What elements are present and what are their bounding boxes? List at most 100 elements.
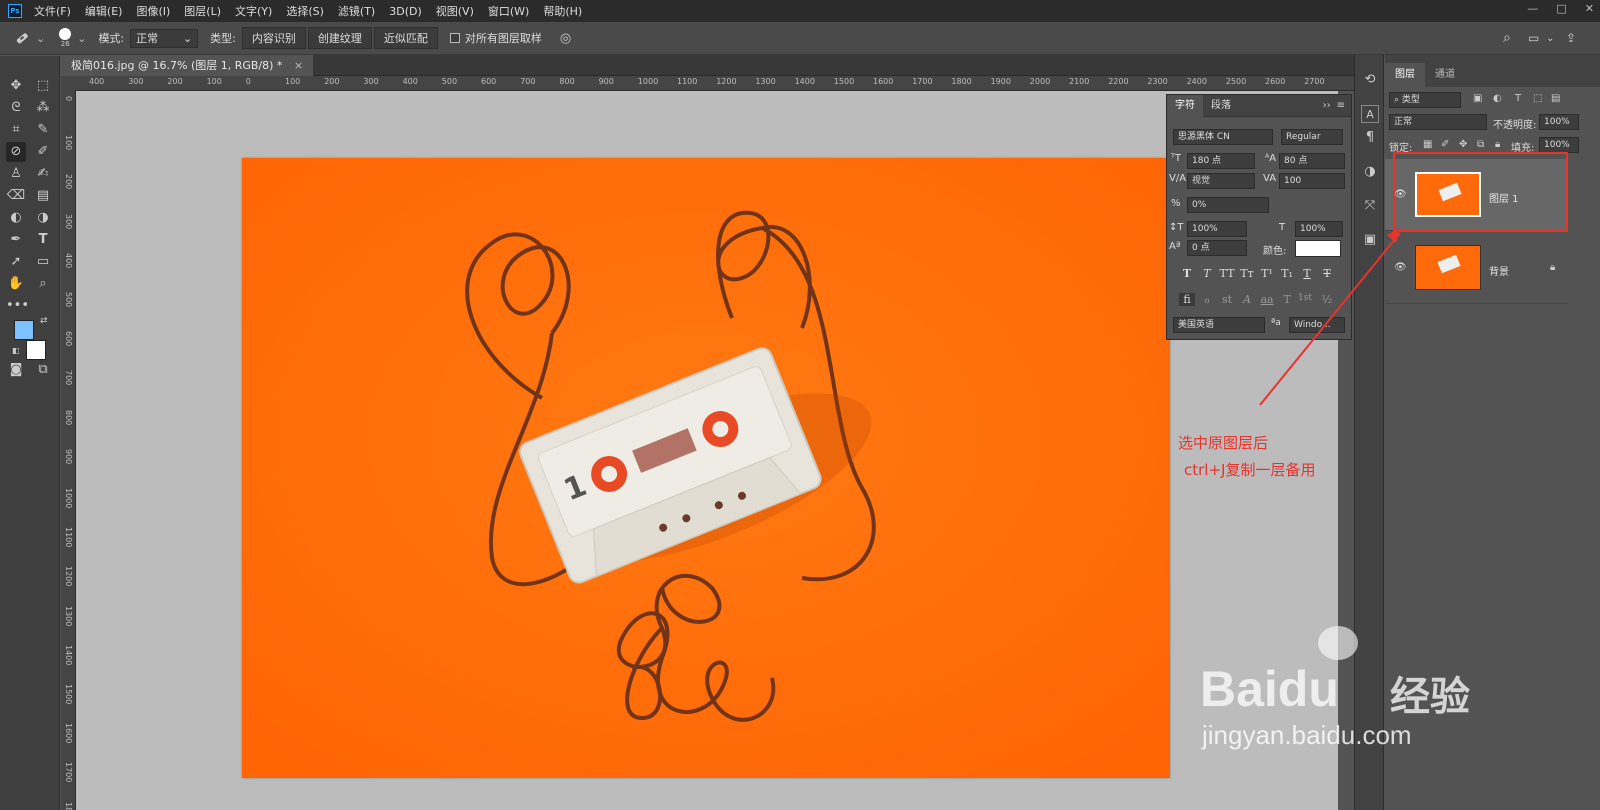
create-texture-button[interactable]: 创建纹理: [307, 27, 372, 49]
paths-icon[interactable]: ⤧: [1361, 197, 1379, 215]
stamp-tool-icon[interactable]: ♙: [6, 164, 26, 184]
foreground-color-swatch[interactable]: [14, 320, 34, 340]
healing-brush-icon[interactable]: [14, 30, 30, 46]
brush-size-picker[interactable]: 26: [59, 28, 72, 48]
gradient-tool-icon[interactable]: ▤: [33, 186, 53, 206]
tsume-field[interactable]: 0%: [1187, 197, 1269, 213]
minimize-button[interactable]: —: [1527, 2, 1538, 15]
type-tool-icon[interactable]: T: [33, 230, 53, 250]
fill-field[interactable]: 100%: [1539, 137, 1579, 153]
tab-layers[interactable]: 图层: [1385, 63, 1425, 87]
leading-field[interactable]: 80 点: [1279, 153, 1345, 169]
filter-shape-icon[interactable]: ⬚: [1533, 93, 1542, 104]
crop-tool-icon[interactable]: ⌗: [6, 120, 26, 140]
quick-mask-icon[interactable]: ◙: [6, 360, 26, 380]
default-colors-icon[interactable]: ◧: [12, 346, 20, 355]
content-aware-button[interactable]: 内容识别: [241, 27, 306, 49]
filter-type-icon[interactable]: T: [1515, 93, 1521, 104]
vertical-ruler[interactable]: 0 100 200 300 400 500 600 700 800 900 1000 1100 1200…: [61, 91, 76, 810]
close-tab-icon[interactable]: ×: [294, 59, 303, 72]
screen-mode-icon[interactable]: ⧉: [33, 360, 53, 380]
opacity-field[interactable]: 100%: [1539, 114, 1579, 130]
menu-3d[interactable]: 3D(D): [389, 5, 422, 18]
workspace-chevron-icon[interactable]: ⌄: [1546, 33, 1554, 44]
vertical-scale-field[interactable]: 100%: [1187, 221, 1247, 237]
menu-edit[interactable]: 编辑(E): [85, 3, 123, 19]
hand-tool-icon[interactable]: ✋: [6, 274, 26, 294]
eyedropper-tool-icon[interactable]: ✎: [33, 120, 53, 140]
history-icon[interactable]: ⟲: [1361, 71, 1379, 89]
brush-tool-icon[interactable]: ✐: [33, 142, 53, 162]
baseline-shift-field[interactable]: 0 点: [1187, 240, 1247, 256]
dodge-tool-icon[interactable]: ◑: [33, 208, 53, 228]
paragraph-panel-icon[interactable]: ¶: [1361, 129, 1379, 147]
kerning-select[interactable]: 视觉: [1187, 173, 1255, 189]
magic-wand-tool-icon[interactable]: ⁂: [33, 98, 53, 118]
rectangle-tool-icon[interactable]: ▭: [33, 252, 53, 272]
discretionary-ligatures-button[interactable]: st: [1219, 293, 1235, 306]
filter-pixel-icon[interactable]: ▣: [1473, 93, 1482, 104]
faux-bold-button[interactable]: T: [1179, 267, 1195, 280]
tab-paragraph[interactable]: 段落: [1203, 95, 1239, 117]
menu-file[interactable]: 文件(F): [34, 3, 71, 19]
pen-tool-icon[interactable]: ✒: [6, 230, 26, 250]
all-caps-button[interactable]: TT: [1219, 267, 1235, 280]
tool-preset-chevron-icon[interactable]: ⌄: [36, 32, 45, 45]
marquee-tool-icon[interactable]: ⬚: [33, 76, 53, 96]
lock-image-icon[interactable]: ✐: [1441, 139, 1449, 150]
menu-help[interactable]: 帮助(H): [543, 3, 582, 19]
ligatures-button[interactable]: fi: [1179, 293, 1195, 306]
lock-all-icon[interactable]: 🔒︎: [1495, 139, 1500, 150]
tab-channels[interactable]: 通道: [1425, 63, 1465, 87]
restore-button[interactable]: □: [1556, 2, 1566, 15]
lock-transparent-icon[interactable]: ▦: [1423, 139, 1432, 150]
workspace-icon[interactable]: ▭: [1528, 31, 1539, 45]
character-panel-icon[interactable]: A: [1361, 105, 1379, 123]
menu-image[interactable]: 图像(I): [136, 3, 170, 19]
path-selection-tool-icon[interactable]: ➚: [6, 252, 26, 272]
filter-adjustment-icon[interactable]: ◐: [1493, 93, 1502, 104]
filter-smart-object-icon[interactable]: ▤: [1551, 93, 1560, 104]
layer-filter-select[interactable]: ⌕ 类型: [1389, 92, 1461, 108]
sample-all-checkbox[interactable]: [449, 33, 460, 43]
blur-tool-icon[interactable]: ◐: [6, 208, 26, 228]
layer-name[interactable]: 背景: [1489, 263, 1509, 278]
alternates-button[interactable]: ℴ: [1199, 293, 1215, 306]
brush-chevron-icon[interactable]: ⌄: [77, 32, 86, 45]
menu-filter[interactable]: 滤镜(T): [338, 3, 375, 19]
panel-menu-icon[interactable]: ≡: [1337, 100, 1345, 111]
faux-italic-button[interactable]: T: [1199, 267, 1215, 280]
mode-select[interactable]: 正常 ⌄: [130, 28, 199, 48]
more-tools-icon[interactable]: •••: [6, 296, 29, 316]
adjustments-icon[interactable]: ◑: [1361, 163, 1379, 181]
font-style-select[interactable]: Regular: [1281, 129, 1343, 145]
history-brush-tool-icon[interactable]: ✍: [33, 164, 53, 184]
lock-artboard-icon[interactable]: ⧉: [1477, 139, 1484, 150]
search-icon[interactable]: ⌕: [1503, 30, 1511, 46]
healing-brush-tool-icon[interactable]: ⊘: [6, 142, 26, 162]
tracking-field[interactable]: 100: [1279, 173, 1345, 189]
swap-colors-icon[interactable]: ⇄: [40, 316, 48, 326]
font-size-field[interactable]: 180 点: [1187, 153, 1255, 169]
menu-window[interactable]: 窗口(W): [488, 3, 529, 19]
proximity-match-button[interactable]: 近似匹配: [373, 27, 438, 49]
move-tool-icon[interactable]: ✥: [6, 76, 26, 96]
lock-position-icon[interactable]: ✥: [1459, 139, 1467, 150]
menu-select[interactable]: 选择(S): [286, 3, 324, 19]
zoom-tool-icon[interactable]: ⌕: [33, 274, 53, 294]
menu-type[interactable]: 文字(Y): [235, 3, 272, 19]
pressure-icon[interactable]: ◎: [560, 31, 571, 46]
share-icon[interactable]: ⇪: [1566, 31, 1576, 45]
horizontal-ruler[interactable]: 400 300 200 100 0 100 200 300 400 500 600 700 800 900…: [76, 76, 1354, 91]
tab-character[interactable]: 字符: [1167, 94, 1203, 117]
background-color-swatch[interactable]: [26, 340, 46, 360]
close-window-button[interactable]: ✕: [1585, 2, 1594, 15]
panel-collapse-icon[interactable]: ››: [1323, 100, 1331, 111]
layer-row-background[interactable]: 👁︎ 背景 🔒︎: [1385, 232, 1568, 304]
document-tab[interactable]: 极简016.jpg @ 16.7% (图层 1, RGB/8) * ×: [61, 55, 314, 76]
menu-layer[interactable]: 图层(L): [184, 3, 221, 19]
canvas-area[interactable]: 1: [76, 91, 1338, 810]
menu-view[interactable]: 视图(V): [436, 3, 474, 19]
cassette-photo[interactable]: 1: [242, 158, 1170, 778]
blend-mode-select[interactable]: 正常: [1389, 114, 1487, 130]
